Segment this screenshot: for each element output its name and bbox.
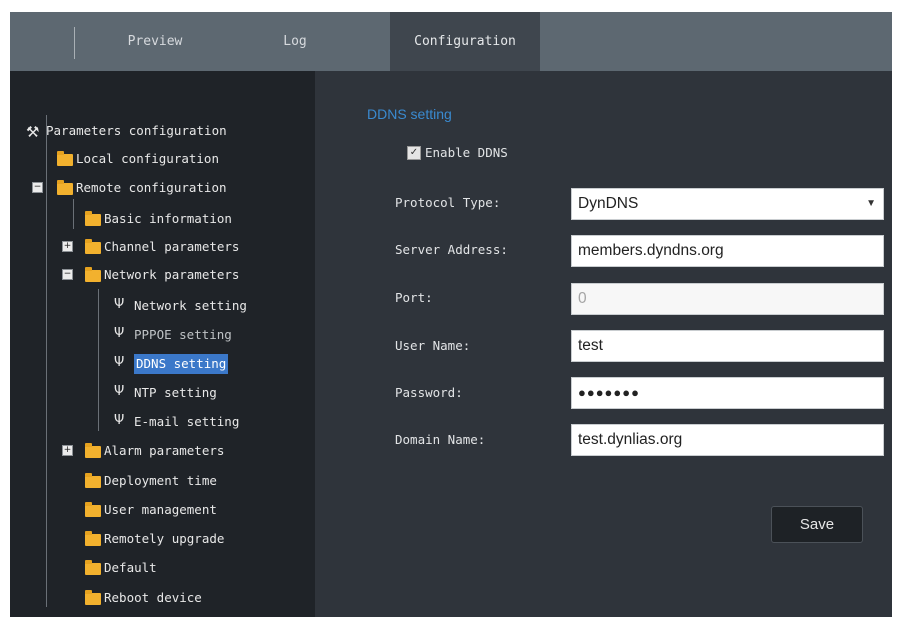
wrench-icon: Ψ <box>114 355 125 370</box>
user-name-label: User Name: <box>395 338 471 353</box>
tab-configuration[interactable]: Configuration <box>390 12 540 71</box>
folder-icon <box>85 502 101 517</box>
app-window: Preview Log Configuration ⚒ Parameters c… <box>10 12 892 617</box>
collapse-icon[interactable]: − <box>62 269 73 280</box>
folder-icon <box>85 560 101 575</box>
protocol-type-select[interactable]: DynDNS ▼ <box>571 188 884 220</box>
folder-icon <box>85 590 101 605</box>
tree-item-channel-parameters[interactable]: Channel parameters <box>104 237 239 257</box>
port-label: Port: <box>395 290 433 305</box>
folder-icon <box>85 473 101 488</box>
tree-item-remote-configuration[interactable]: Remote configuration <box>76 178 227 198</box>
domain-name-input[interactable]: test.dynlias.org <box>571 424 884 456</box>
top-navigation-bar: Preview Log Configuration <box>10 12 892 71</box>
tree-item-reboot-device[interactable]: Reboot device <box>104 588 202 608</box>
section-title: DDNS setting <box>367 106 452 122</box>
tree-item-basic-information[interactable]: Basic information <box>104 209 232 229</box>
password-label: Password: <box>395 385 463 400</box>
folder-icon <box>85 239 101 254</box>
tree-item-network-setting[interactable]: Network setting <box>134 296 247 316</box>
tree-item-ntp-setting[interactable]: NTP setting <box>134 383 217 403</box>
wrench-icon: Ψ <box>114 413 125 428</box>
tree-item-email-setting[interactable]: E-mail setting <box>134 412 239 432</box>
password-input[interactable]: ●●●●●●● <box>571 377 884 409</box>
folder-icon <box>85 443 101 458</box>
configuration-tree: ⚒ Parameters configuration Local configu… <box>10 71 315 617</box>
tree-line <box>46 115 47 607</box>
port-input[interactable]: 0 <box>571 283 884 315</box>
folder-icon <box>57 151 73 166</box>
protocol-type-label: Protocol Type: <box>395 195 501 210</box>
tree-item-remotely-upgrade[interactable]: Remotely upgrade <box>104 529 224 549</box>
tree-item-user-management[interactable]: User management <box>104 500 217 520</box>
tree-item-default[interactable]: Default <box>104 558 157 578</box>
folder-icon <box>85 267 101 282</box>
enable-ddns-label: Enable DDNS <box>425 145 508 160</box>
tab-preview[interactable]: Preview <box>105 12 205 71</box>
tree-item-network-parameters[interactable]: Network parameters <box>104 265 239 285</box>
tab-log[interactable]: Log <box>265 12 325 71</box>
server-address-label: Server Address: <box>395 242 508 257</box>
tree-line <box>98 289 99 431</box>
wrench-icon: Ψ <box>114 326 125 341</box>
wrench-icon: Ψ <box>114 297 125 312</box>
expand-icon[interactable]: + <box>62 445 73 456</box>
user-name-input[interactable]: test <box>571 330 884 362</box>
tree-item-ddns-setting[interactable]: DDNS setting <box>134 354 229 374</box>
server-address-input[interactable]: members.dyndns.org <box>571 235 884 267</box>
ddns-settings-panel: DDNS setting ✓ Enable DDNS Protocol Type… <box>315 71 892 617</box>
expand-icon[interactable]: + <box>62 241 73 252</box>
wrench-icon: Ψ <box>114 384 125 399</box>
enable-ddns-checkbox[interactable]: ✓ <box>407 146 421 160</box>
chevron-down-icon: ▼ <box>866 198 876 209</box>
domain-name-label: Domain Name: <box>395 432 486 447</box>
tree-root-label[interactable]: Parameters configuration <box>46 121 227 141</box>
tree-item-deployment-time[interactable]: Deployment time <box>104 471 217 491</box>
collapse-icon[interactable]: − <box>32 182 43 193</box>
protocol-type-value: DynDNS <box>578 195 639 212</box>
tree-item-local-configuration[interactable]: Local configuration <box>76 149 219 169</box>
tree-item-alarm-parameters[interactable]: Alarm parameters <box>104 441 224 461</box>
tree-item-pppoe-setting[interactable]: PPPOE setting <box>134 325 232 345</box>
folder-icon <box>85 211 101 226</box>
folder-icon <box>85 531 101 546</box>
folder-icon <box>57 180 73 195</box>
save-button[interactable]: Save <box>771 506 863 543</box>
tree-line <box>73 199 74 229</box>
tab-divider <box>74 27 75 59</box>
tools-icon: ⚒ <box>26 123 40 141</box>
